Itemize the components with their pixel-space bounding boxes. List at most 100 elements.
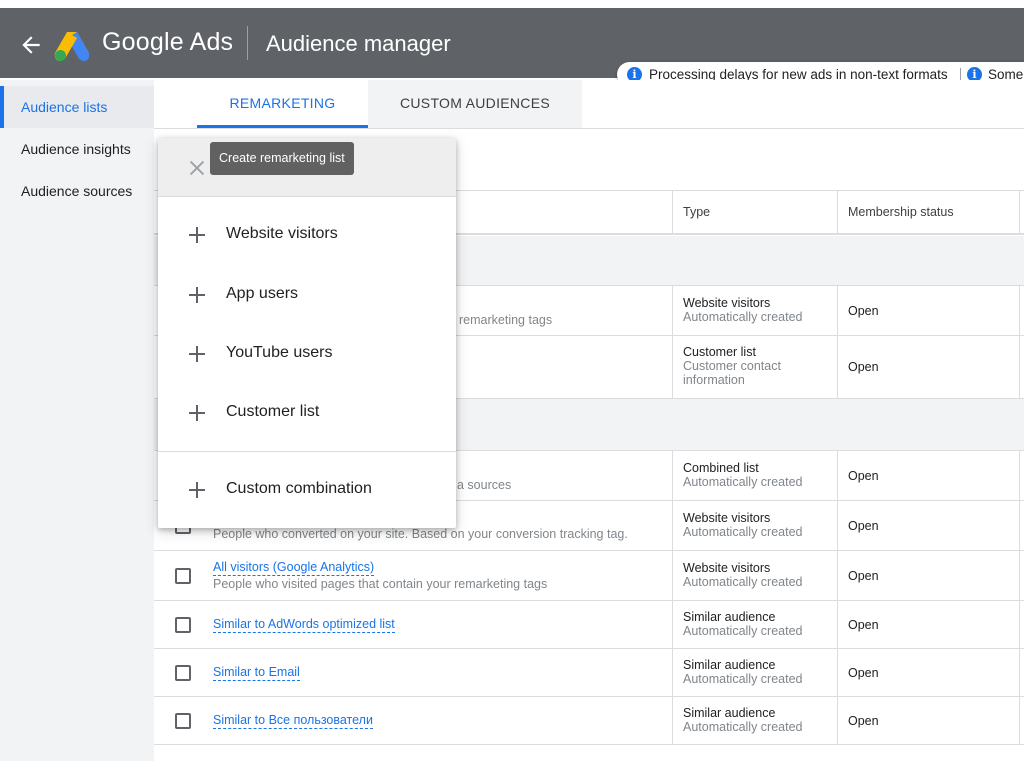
status-cell: Open — [837, 649, 1019, 696]
type-cell: Website visitors Automatically created — [672, 286, 838, 335]
type-cell: Combined list Automatically created — [672, 451, 838, 500]
type-cell: Customer list Customer contact informati… — [672, 336, 838, 398]
type-sub: Customer contact information — [683, 359, 781, 387]
plus-icon — [189, 227, 205, 243]
type-label: Combined list — [683, 461, 759, 475]
membership-status: Open — [848, 618, 879, 632]
menu-divider — [158, 451, 456, 452]
extra-cell — [1019, 451, 1024, 500]
header-divider — [247, 26, 248, 60]
brand-name: Google Ads — [102, 28, 234, 56]
type-cell: Website visitors Automatically created — [672, 501, 838, 550]
type-label: Similar audience — [683, 706, 776, 720]
extra-cell — [1019, 551, 1024, 600]
tab-custom-audiences[interactable]: CUSTOM AUDIENCES — [368, 80, 582, 128]
type-sub: Automatically created — [683, 310, 803, 324]
audience-name-link[interactable]: Similar to Все пользователи — [213, 713, 373, 729]
column-header-extra — [1019, 191, 1024, 234]
table-row: Similar to AdWords optimized list Simila… — [154, 601, 1024, 649]
type-sub: Automatically created — [683, 720, 803, 734]
membership-status: Open — [848, 569, 879, 583]
back-arrow-icon[interactable] — [18, 32, 44, 58]
status-cell: Open — [837, 286, 1019, 335]
menu-item-customer-list[interactable]: Customer list — [158, 385, 456, 443]
menu-item-youtube-users[interactable]: YouTube users — [158, 326, 456, 384]
type-label: Website visitors — [683, 511, 771, 525]
create-remarketing-list-menu: Create remarketing list Website visitors… — [158, 138, 456, 528]
extra-cell — [1019, 286, 1024, 335]
plus-icon — [189, 405, 205, 421]
extra-cell — [1019, 697, 1024, 744]
tab-remarketing[interactable]: REMARKETING — [197, 80, 368, 128]
type-sub: Automatically created — [683, 525, 803, 539]
extra-cell — [1019, 601, 1024, 648]
menu-item-label: Customer list — [226, 403, 320, 420]
menu-item-app-users[interactable]: App users — [158, 267, 456, 325]
menu-item-label: App users — [226, 285, 299, 302]
status-cell: Open — [837, 501, 1019, 550]
audience-name-link[interactable]: All visitors (Google Analytics) — [213, 560, 375, 576]
row-checkbox[interactable] — [175, 713, 191, 729]
page-title: Audience manager — [266, 31, 451, 56]
sidebar: Audience lists Audience insights Audienc… — [0, 80, 154, 761]
plus-icon — [189, 346, 205, 362]
type-cell: Similar audience Automatically created — [672, 649, 838, 696]
status-cell: Open — [837, 336, 1019, 398]
type-sub: Automatically created — [683, 575, 803, 589]
type-sub: Automatically created — [683, 624, 803, 638]
menu-header: Create remarketing list — [158, 138, 456, 197]
table-row: Similar to Email Similar audience Automa… — [154, 649, 1024, 697]
status-cell: Open — [837, 697, 1019, 744]
column-header-type[interactable]: Type — [672, 191, 838, 234]
row-checkbox[interactable] — [175, 617, 191, 633]
plus-icon — [189, 482, 205, 498]
sidebar-item-audience-sources[interactable]: Audience sources — [0, 170, 154, 212]
audience-name-link[interactable]: Similar to Email — [213, 665, 300, 681]
close-icon[interactable] — [186, 157, 208, 179]
row-description: a sources — [457, 478, 512, 492]
membership-status: Open — [848, 469, 879, 483]
type-sub: Automatically created — [683, 672, 803, 686]
membership-status: Open — [848, 360, 879, 374]
row-checkbox[interactable] — [175, 665, 191, 681]
extra-cell — [1019, 336, 1024, 398]
type-cell: Similar audience Automatically created — [672, 697, 838, 744]
app-header: Google Ads Audience manager i Processing… — [0, 0, 1024, 88]
type-label: Website visitors — [683, 296, 771, 310]
type-label: Similar audience — [683, 658, 776, 672]
row-description: People who visited pages that contain yo… — [213, 577, 548, 591]
column-header-membership-status[interactable]: Membership status — [837, 191, 1019, 234]
membership-status: Open — [848, 519, 879, 533]
sidebar-item-audience-insights[interactable]: Audience insights — [0, 128, 154, 170]
membership-status: Open — [848, 714, 879, 728]
row-checkbox[interactable] — [175, 568, 191, 584]
extra-cell — [1019, 501, 1024, 550]
menu-item-label: Custom combination — [226, 480, 372, 497]
type-cell: Website visitors Automatically created — [672, 551, 838, 600]
type-sub: Automatically created — [683, 475, 803, 489]
tab-bar: REMARKETING CUSTOM AUDIENCES — [154, 80, 1024, 129]
menu-item-label: YouTube users — [226, 344, 333, 361]
status-cell: Open — [837, 551, 1019, 600]
membership-status: Open — [848, 304, 879, 318]
audience-name-link[interactable]: Similar to AdWords optimized list — [213, 617, 395, 633]
table-row: All visitors (Google Analytics) People w… — [154, 551, 1024, 601]
row-description: People who converted on your site. Based… — [213, 527, 628, 541]
menu-item-website-visitors[interactable]: Website visitors — [158, 207, 456, 265]
plus-icon — [189, 287, 205, 303]
type-label: Website visitors — [683, 561, 771, 575]
status-cell: Open — [837, 451, 1019, 500]
google-ads-logo-icon — [54, 32, 90, 61]
menu-item-label: Website visitors — [226, 225, 338, 242]
status-cell: Open — [837, 601, 1019, 648]
type-cell: Similar audience Automatically created — [672, 601, 838, 648]
membership-status: Open — [848, 666, 879, 680]
menu-item-custom-combination[interactable]: Custom combination — [158, 462, 456, 520]
type-label: Similar audience — [683, 610, 776, 624]
tooltip: Create remarketing list — [210, 142, 354, 175]
table-row: Similar to Все пользователи Similar audi… — [154, 697, 1024, 745]
sidebar-item-audience-lists[interactable]: Audience lists — [0, 86, 154, 128]
row-description: remarketing tags — [459, 313, 553, 327]
type-label: Customer list — [683, 345, 756, 359]
extra-cell — [1019, 649, 1024, 696]
